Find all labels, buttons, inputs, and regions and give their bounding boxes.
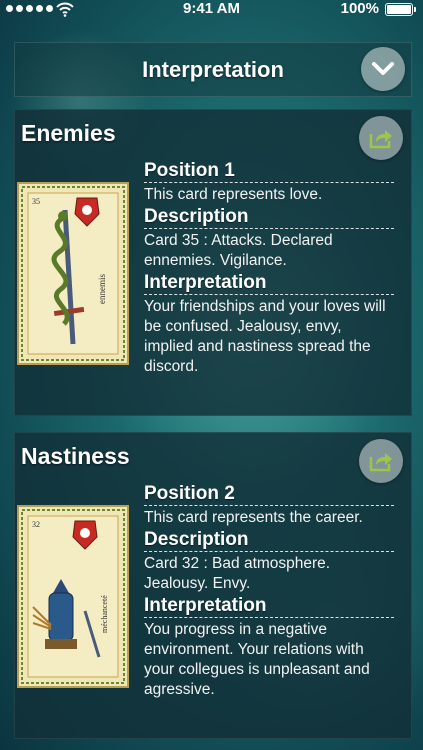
description-heading: Description <box>144 206 394 229</box>
card-panel-nastiness: Nastiness 32 méchanceté Position 2 This … <box>14 432 412 739</box>
card-number-label: 32 <box>32 520 40 529</box>
description-text: Card 35 : Attacks. Declared ennemies. Vi… <box>144 232 333 269</box>
interpretation-text: Your friendships and your loves will be … <box>144 298 386 375</box>
battery-icon <box>385 3 416 16</box>
card-title: Nastiness <box>21 443 130 469</box>
interpretation-text: You progress in a negative environment. … <box>144 621 370 698</box>
interpretation-heading: Interpretation <box>144 595 394 618</box>
share-icon <box>369 130 392 149</box>
share-icon <box>369 453 392 472</box>
position-text: This card represents love. <box>144 186 323 203</box>
chevron-down-icon <box>372 62 394 75</box>
tarot-card-image: 32 méchanceté <box>17 505 129 688</box>
share-button[interactable] <box>359 116 403 160</box>
position-heading: Position 2 <box>144 483 394 506</box>
card-word-label: méchanceté <box>100 595 109 633</box>
battery-percentage: 100% <box>340 0 379 17</box>
card-word-label: ennemis <box>97 274 107 304</box>
card-title: Enemies <box>21 120 116 146</box>
title-bar: Interpretation <box>14 42 412 97</box>
description-text: Card 32 : Bad atmosphere. Jealousy. Envy… <box>144 555 331 592</box>
card-panel-enemies: Enemies 35 ennemis Position 1 This card … <box>14 109 412 416</box>
page-title: Interpretation <box>142 57 284 82</box>
interpretation-heading: Interpretation <box>144 272 394 295</box>
tarot-card-image: 35 ennemis <box>17 182 129 365</box>
description-heading: Description <box>144 529 394 552</box>
share-button[interactable] <box>359 439 403 483</box>
collapse-button[interactable] <box>361 47 405 91</box>
status-bar: 9:41 AM 100% <box>0 0 423 20</box>
card-number-label: 35 <box>32 197 40 206</box>
card-details: Position 2 This card represents the care… <box>144 483 394 701</box>
position-text: This card represents the career. <box>144 509 363 526</box>
card-details: Position 1 This card represents love. De… <box>144 160 394 378</box>
position-heading: Position 1 <box>144 160 394 183</box>
